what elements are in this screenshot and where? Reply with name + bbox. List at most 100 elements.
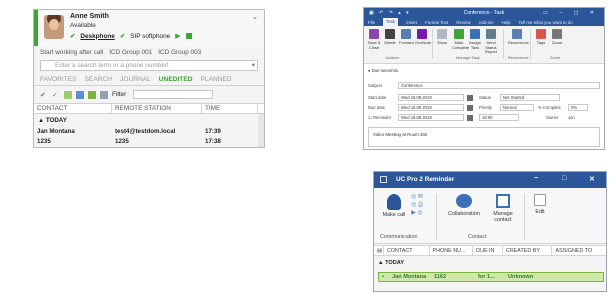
group-today[interactable]: ▲ TODAY <box>378 260 404 266</box>
contact-icon[interactable] <box>76 90 84 99</box>
avatar[interactable] <box>44 15 64 39</box>
recurrence-button[interactable]: Recurrence <box>508 29 529 46</box>
make-call-button[interactable]: Make call <box>382 194 406 218</box>
collaboration-label: Collaboration <box>448 211 480 217</box>
reminder-row[interactable]: ▪ Jan Montana 1162 for 1... Unknown <box>378 272 604 282</box>
save-close-button[interactable]: Save & Close <box>367 29 381 50</box>
percent-complete-input[interactable]: 0% <box>568 104 588 111</box>
delete-button[interactable]: Delete <box>383 29 397 46</box>
group-recurrence: Recurrence <box>508 55 529 60</box>
tab-format-text[interactable]: Format Text <box>425 20 448 25</box>
filter-icon[interactable] <box>100 90 108 99</box>
status-select[interactable]: Not Started <box>500 94 560 101</box>
tab-planned[interactable]: PLANNED <box>201 76 232 83</box>
calendar-icon[interactable] <box>467 115 473 121</box>
tab-help[interactable]: Help <box>502 20 511 25</box>
check-icon: ✔ <box>119 33 126 40</box>
onenote-icon <box>417 29 427 39</box>
edit-button[interactable]: Edit <box>529 194 551 215</box>
maximize-button[interactable]: □ <box>562 175 566 182</box>
show-button[interactable]: Show <box>435 29 449 46</box>
ribbon: Save & Close Delete Forward OneNote Show… <box>364 26 604 64</box>
manage-contact-button[interactable]: Manage contact <box>486 194 520 223</box>
column-contact[interactable]: CONTACT <box>34 104 112 113</box>
deskphone-device[interactable]: Deskphone <box>80 33 114 40</box>
start-date-input[interactable]: Wed 16.09.2019 <box>398 94 464 101</box>
reminder-date-input[interactable]: Wed 16.09.2019 <box>398 114 464 121</box>
stop-icon[interactable] <box>185 33 192 39</box>
row-station: 1235 <box>115 138 129 145</box>
checkbox-icon[interactable]: ☑ <box>368 115 372 120</box>
tab-divider <box>34 85 264 86</box>
tags-button[interactable]: Tags <box>534 29 548 46</box>
calendar-icon[interactable] <box>467 95 473 101</box>
user-status[interactable]: Available <box>70 22 96 29</box>
tab-insert[interactable]: Insert <box>406 20 417 25</box>
user-name: Anne Smith <box>70 13 109 20</box>
chevron-down-icon[interactable]: ⌄ <box>252 13 258 21</box>
filter-input[interactable] <box>133 90 214 99</box>
tab-unedited[interactable]: UNEDITED <box>159 76 193 83</box>
assign-task-button[interactable]: Assign Task <box>468 29 482 50</box>
due-date-label: Due date <box>368 105 385 110</box>
window-controls[interactable]: ▭ − ▢ ✕ <box>543 10 599 16</box>
checkmark-icon[interactable]: ✔ <box>40 91 48 99</box>
column-time[interactable]: TIME <box>202 104 258 113</box>
search-input[interactable]: Enter a search term or a phone number! ▾ <box>40 60 258 71</box>
forward-button[interactable]: Forward <box>399 29 414 46</box>
export-icon[interactable] <box>88 90 96 99</box>
zoom-button[interactable]: Zoom <box>550 29 564 46</box>
mark-complete-button[interactable]: Mark Complete <box>452 29 469 50</box>
collaboration-button[interactable]: Collaboration <box>444 194 484 217</box>
due-date-input[interactable]: Wed 16.09.2019 <box>398 104 464 111</box>
column-due-in[interactable]: DUE IN <box>473 246 503 255</box>
group-today[interactable]: ▲ TODAY <box>38 117 67 124</box>
tab-file[interactable]: File <box>368 20 375 25</box>
row-due-in: for 1... <box>478 274 495 280</box>
share-icon[interactable]: ◎ ⎙ <box>408 201 426 209</box>
call-options[interactable]: ◎ ✉ ◎ ⎙ ▶ ◎ <box>408 193 426 217</box>
due-info: ● Due tomorrow. <box>368 68 399 73</box>
double-check-icon[interactable]: ✓ <box>52 91 60 99</box>
work-after-call[interactable]: Start working after call <box>40 49 103 56</box>
tab-search[interactable]: SEARCH <box>85 76 112 83</box>
save-icon <box>369 29 379 39</box>
close-button[interactable]: ✕ <box>589 175 595 183</box>
tab-review[interactable]: Review <box>456 20 470 25</box>
icd-group-003[interactable]: ICD Group 003 <box>158 49 201 56</box>
column-phone[interactable]: PHONE NU... <box>430 246 474 255</box>
reminder-time-input[interactable]: 15:00 <box>479 114 519 121</box>
scrollbar[interactable] <box>258 114 264 147</box>
label: Recurrence <box>508 40 529 45</box>
column-created-by[interactable]: CREATED BY <box>503 246 553 255</box>
softphone-device[interactable]: SIP softphone <box>130 33 170 40</box>
calendar-icon[interactable] <box>467 105 473 111</box>
window-title: UC Pro 2 Reminder <box>396 176 455 183</box>
video-icon[interactable]: ◎ ✉ <box>408 193 426 201</box>
tab-task[interactable]: Task <box>383 18 399 26</box>
play-icon[interactable]: ▶ ◎ <box>408 209 426 217</box>
column-assigned-to[interactable]: ASSIGNED TO <box>552 246 606 255</box>
journal-row[interactable]: 1235 1235 17:38 <box>34 137 264 146</box>
priority-select[interactable]: Normal <box>500 104 534 111</box>
onenote-button[interactable]: OneNote <box>415 29 431 46</box>
play-icon[interactable]: ▶ <box>175 32 180 40</box>
column-contact[interactable]: CONTACT <box>384 246 430 255</box>
column-remote-station[interactable]: REMOTE STATION <box>112 104 202 113</box>
chevron-down-icon[interactable]: ▾ <box>252 61 255 70</box>
task-notes[interactable]: Video Meeting at Room 302 <box>368 127 600 147</box>
subject-input[interactable]: Conference <box>398 82 600 89</box>
label: Assign Task <box>468 40 481 50</box>
subject-label: Subject <box>368 83 382 88</box>
tab-add-ins[interactable]: Add-ins <box>479 20 494 25</box>
checkmark-icon <box>454 29 464 39</box>
note-icon[interactable] <box>64 90 72 99</box>
tell-me-box[interactable]: Tell me what you want to do <box>519 20 573 25</box>
tab-favorites[interactable]: FAVORITES <box>40 76 77 83</box>
minimize-button[interactable]: − <box>534 175 538 182</box>
icd-group-001[interactable]: ICD Group 001 <box>109 49 152 56</box>
tab-journal[interactable]: JOURNAL <box>120 76 151 83</box>
journal-row[interactable]: Jan Montana test4@testdom.local 17:39 <box>34 127 264 136</box>
send-status-report-button[interactable]: Send Status Report <box>484 29 498 55</box>
forward-icon <box>401 29 411 39</box>
